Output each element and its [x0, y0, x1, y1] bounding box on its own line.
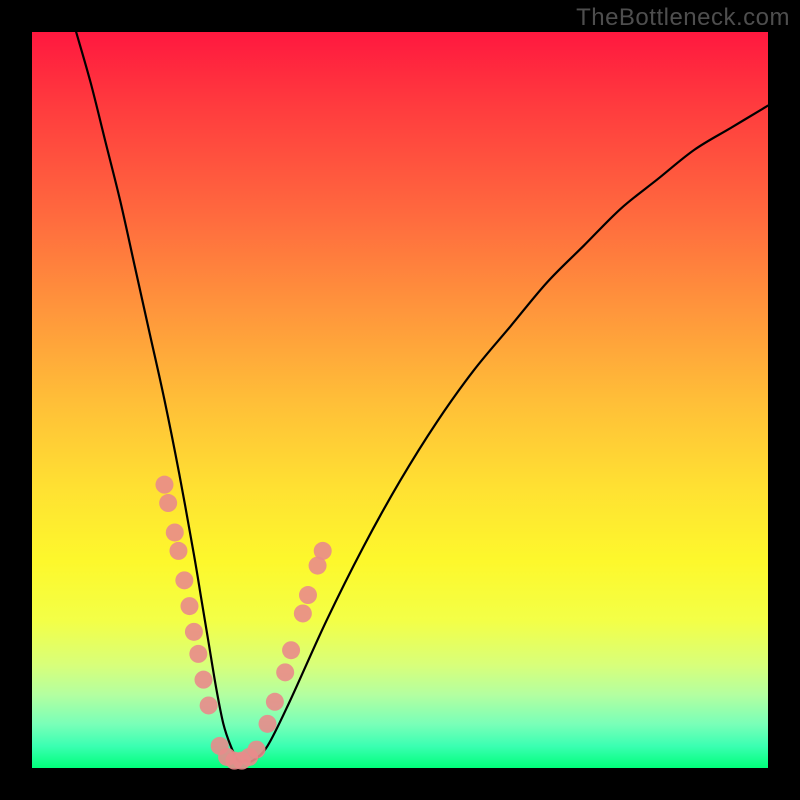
data-marker	[175, 571, 193, 589]
data-marker	[276, 663, 294, 681]
data-marker	[294, 604, 312, 622]
marker-layer	[155, 476, 331, 770]
chart-frame: TheBottleneck.com	[0, 0, 800, 800]
data-marker	[185, 623, 203, 641]
data-marker	[266, 693, 284, 711]
data-marker	[159, 494, 177, 512]
data-marker	[166, 523, 184, 541]
plot-overlay	[32, 32, 768, 768]
data-marker	[314, 542, 332, 560]
data-marker	[189, 645, 207, 663]
data-marker	[169, 542, 187, 560]
data-marker	[299, 586, 317, 604]
data-marker	[200, 696, 218, 714]
data-marker	[282, 641, 300, 659]
data-marker	[247, 741, 265, 759]
bottleneck-curve	[76, 32, 768, 762]
data-marker	[259, 715, 277, 733]
data-marker	[155, 476, 173, 494]
data-marker	[181, 597, 199, 615]
watermark-text: TheBottleneck.com	[576, 4, 790, 32]
data-marker	[194, 671, 212, 689]
